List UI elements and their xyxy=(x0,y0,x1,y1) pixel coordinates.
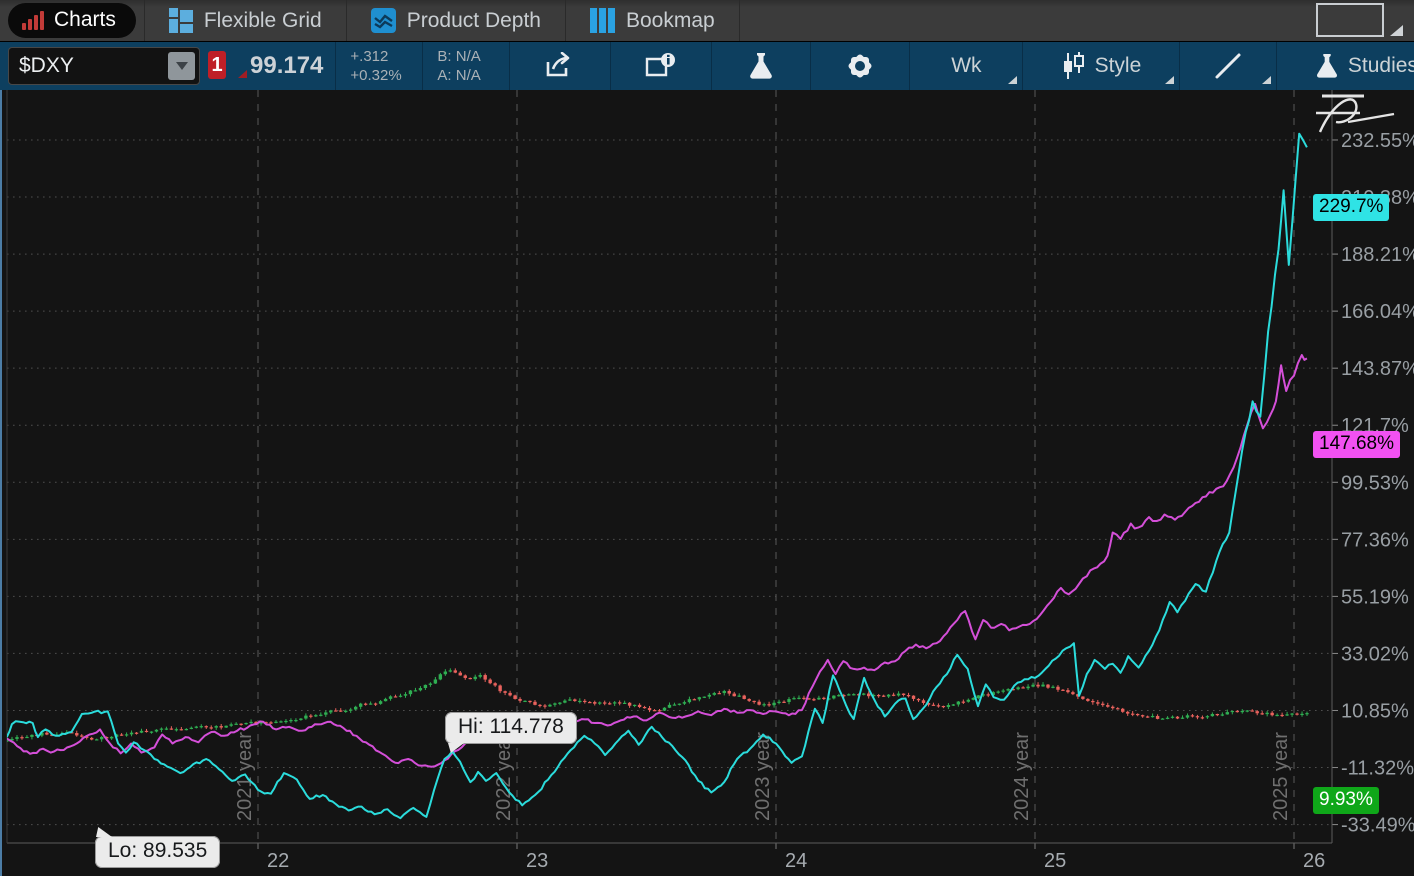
tab-product-depth-label: Product Depth xyxy=(407,9,541,33)
bar-chart-icon xyxy=(22,11,44,30)
timeframe-label: Wk xyxy=(951,54,981,78)
share-button[interactable] xyxy=(510,42,610,90)
studies-label: Studies xyxy=(1348,54,1414,78)
tab-flexible-grid-label: Flexible Grid xyxy=(204,9,322,33)
svg-text:24: 24 xyxy=(785,850,807,872)
svg-text:188.21%: 188.21% xyxy=(1341,244,1414,266)
chart-toolbar: $DXY 1 99.174 +.312 +0.32% B: N/A A: N/A xyxy=(0,42,1414,90)
chevron-caret-icon xyxy=(1008,76,1017,84)
depth-waves-icon xyxy=(371,8,396,33)
corner-resize-icon[interactable] xyxy=(1390,25,1403,36)
svg-text:22: 22 xyxy=(267,850,289,872)
active-tab-pill: Charts xyxy=(8,3,136,38)
note-info-icon xyxy=(644,52,678,80)
svg-text:2021 year: 2021 year xyxy=(234,732,256,821)
svg-text:55.19%: 55.19% xyxy=(1341,586,1409,608)
last-price: 99.174 xyxy=(248,52,335,80)
svg-text:-11.32%: -11.32% xyxy=(1341,758,1414,780)
flask-icon xyxy=(748,51,774,81)
columns-icon xyxy=(590,8,615,33)
trendline-icon xyxy=(1213,51,1243,81)
timeframe-button[interactable]: Wk xyxy=(910,42,1022,90)
svg-text:2025 year: 2025 year xyxy=(1270,732,1292,821)
low-annotation-text: Lo: 89.535 xyxy=(108,839,207,862)
cyan-series-price-label: 229.7% xyxy=(1313,194,1389,221)
symbol-text[interactable]: $DXY xyxy=(9,54,168,78)
symbol-input[interactable]: $DXY xyxy=(8,47,200,85)
svg-text:33.02%: 33.02% xyxy=(1341,643,1409,665)
chevron-caret-icon xyxy=(1262,76,1271,84)
tab-product-depth[interactable]: Product Depth xyxy=(347,0,566,41)
tab-flexible-grid[interactable]: Flexible Grid xyxy=(145,0,347,41)
svg-text:77.36%: 77.36% xyxy=(1341,529,1409,551)
tab-charts[interactable]: Charts xyxy=(0,0,145,41)
grid-icon xyxy=(169,8,193,33)
price-change: +.312 +0.32% xyxy=(336,47,422,85)
chevron-down-icon xyxy=(176,62,188,70)
chevron-caret-icon xyxy=(1165,76,1174,84)
tab-bookmap[interactable]: Bookmap xyxy=(566,0,740,41)
panel-left-border xyxy=(0,90,2,876)
tab-bookmap-label: Bookmap xyxy=(626,9,715,33)
svg-text:25: 25 xyxy=(1044,850,1066,872)
studies-flask-icon xyxy=(1315,51,1339,81)
svg-text:143.87%: 143.87% xyxy=(1341,358,1414,380)
svg-text:2022 year: 2022 year xyxy=(493,732,515,821)
high-annotation-text: Hi: 114.778 xyxy=(458,715,564,738)
chart-area: 232.55%210.38%188.21%166.04%143.87%121.7… xyxy=(0,90,1414,876)
svg-text:99.53%: 99.53% xyxy=(1341,472,1409,494)
app-window: Charts Flexible Grid Product Depth xyxy=(0,0,1414,876)
analyze-button[interactable] xyxy=(712,42,810,90)
high-annotation: Hi: 114.778 xyxy=(445,712,577,744)
candle-style-icon xyxy=(1062,51,1086,81)
tab-bar: Charts Flexible Grid Product Depth xyxy=(0,0,1414,42)
chart-menu-icon[interactable] xyxy=(1312,90,1408,138)
style-label: Style xyxy=(1095,54,1142,78)
bid-value: B: N/A xyxy=(437,47,495,66)
symbol-dropdown-button[interactable] xyxy=(168,52,195,80)
svg-text:166.04%: 166.04% xyxy=(1341,301,1414,323)
svg-text:26: 26 xyxy=(1303,850,1325,872)
svg-text:-33.49%: -33.49% xyxy=(1341,815,1414,837)
alert-badge-area[interactable]: 1 xyxy=(200,42,248,90)
drawing-tools-button[interactable] xyxy=(1180,42,1276,90)
tab-charts-label: Charts xyxy=(54,8,116,32)
bid-ask: B: N/A A: N/A xyxy=(423,47,509,85)
tab-bar-spacer xyxy=(740,0,1414,41)
alert-count-badge[interactable]: 1 xyxy=(208,51,226,79)
studies-button[interactable]: Studies xyxy=(1277,42,1414,90)
price-chart[interactable]: 232.55%210.38%188.21%166.04%143.87%121.7… xyxy=(0,90,1414,876)
magenta-series-price-label: 147.68% xyxy=(1313,431,1400,458)
dxy-series-price-label: 9.93% xyxy=(1313,787,1379,814)
ask-value: A: N/A xyxy=(437,66,495,85)
change-value: +.312 xyxy=(350,47,408,66)
chart-describe-button[interactable] xyxy=(611,42,711,90)
gear-icon xyxy=(844,50,876,82)
svg-text:2024 year: 2024 year xyxy=(1011,732,1033,821)
svg-text:10.85%: 10.85% xyxy=(1341,700,1409,722)
change-percent: +0.32% xyxy=(350,66,408,85)
window-layout-button[interactable] xyxy=(1316,3,1384,37)
style-button[interactable]: Style xyxy=(1023,42,1179,90)
chart-settings-button[interactable] xyxy=(811,42,909,90)
share-icon xyxy=(544,52,576,80)
svg-text:2023 year: 2023 year xyxy=(752,732,774,821)
badge-caret-icon xyxy=(238,70,247,78)
svg-text:23: 23 xyxy=(526,850,548,872)
low-annotation: Lo: 89.535 xyxy=(95,836,220,868)
